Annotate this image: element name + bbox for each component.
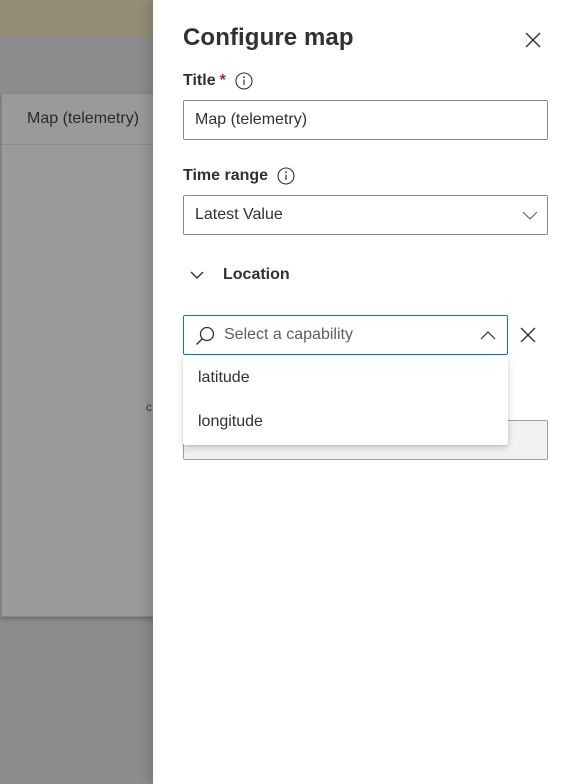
title-label-row: Title *: [183, 72, 253, 90]
panel-title: Configure map: [183, 24, 354, 51]
title-input-wrapper: [183, 100, 548, 140]
info-icon[interactable]: [277, 167, 295, 185]
capability-option-latitude[interactable]: latitude: [183, 356, 508, 400]
capability-combobox[interactable]: [183, 315, 508, 355]
close-icon: [525, 32, 541, 48]
time-range-selected: Latest Value: [195, 206, 283, 223]
search-icon: [196, 326, 215, 345]
map-tile: Map (telemetry) c: [1, 93, 171, 617]
close-panel-button[interactable]: [521, 28, 545, 52]
time-range-dropdown[interactable]: Latest Value: [183, 195, 548, 235]
chevron-up-icon[interactable]: [479, 327, 497, 345]
map-tile-header: Map (telemetry): [2, 94, 170, 145]
capability-option-longitude[interactable]: longitude: [183, 400, 508, 444]
map-tile-body-text: c: [146, 400, 152, 414]
close-icon: [520, 327, 536, 343]
configure-map-panel: Configure map Title * Time range: [153, 0, 569, 784]
required-marker: *: [219, 72, 226, 89]
capability-listbox: latitude longitude: [183, 356, 508, 445]
title-input[interactable]: [195, 111, 547, 129]
location-section-label: Location: [223, 266, 290, 283]
title-label: Title: [183, 72, 216, 89]
remove-capability-button[interactable]: [517, 324, 539, 346]
chevron-down-icon: [190, 271, 204, 279]
info-icon[interactable]: [235, 72, 253, 90]
location-section-toggle[interactable]: Location: [189, 266, 290, 284]
map-tile-title: Map (telemetry): [27, 110, 140, 127]
time-range-label-row: Time range: [183, 167, 295, 185]
time-range-label: Time range: [183, 167, 269, 184]
chevron-down-icon: [522, 211, 538, 220]
capability-search-input[interactable]: [224, 324, 464, 346]
